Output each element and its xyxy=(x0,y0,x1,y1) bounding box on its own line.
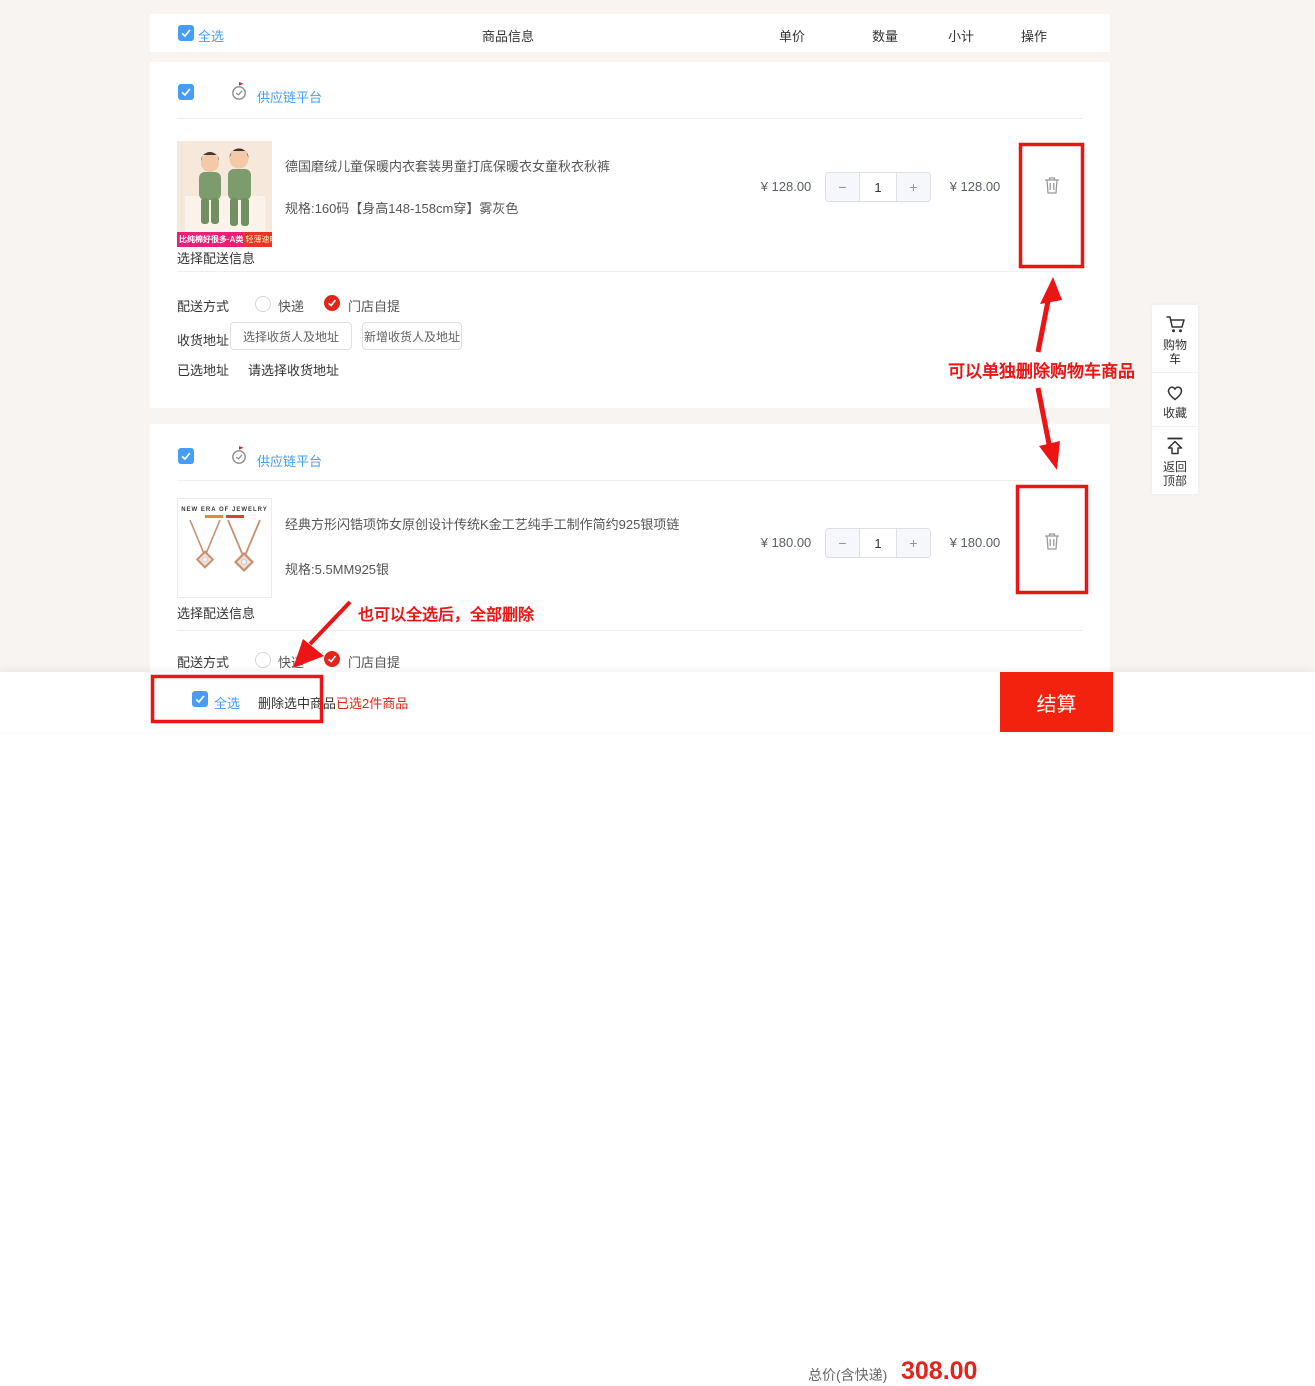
cart-header: 全选 商品信息 单价 数量 小计 操作 xyxy=(150,14,1110,52)
product-title[interactable]: 德国磨绒儿童保暖内衣套装男童打底保暖衣女童秋衣秋裤 xyxy=(285,158,735,176)
decrease-button[interactable]: − xyxy=(826,529,860,557)
express-radio[interactable] xyxy=(255,296,271,312)
product-spec: 规格:160码【身高148-158cm穿】雾灰色 xyxy=(285,201,519,216)
checkout-button[interactable]: 结算 xyxy=(1000,672,1113,732)
product-title[interactable]: 经典方形闪锆项饰女原创设计传统K金工艺纯手工制作简约925银项链 xyxy=(285,516,745,534)
banner-right-text: 轻薄速暖 xyxy=(243,232,272,247)
select-all-label[interactable]: 全选 xyxy=(198,26,224,45)
cart-page: 全选 商品信息 单价 数量 小计 操作 供应链平台 比纯棉好很多·A类 轻薄速 … xyxy=(0,0,1315,1385)
cart-group-1: 供应链平台 比纯棉好很多·A类 轻薄速暖 德国磨绒儿童保暖内衣套装男童打底保暖衣… xyxy=(150,62,1110,408)
check-icon xyxy=(181,29,191,38)
column-product-info: 商品信息 xyxy=(481,29,534,44)
quantity-value[interactable]: 1 xyxy=(860,173,896,201)
seller-link[interactable]: 供应链平台 xyxy=(257,87,322,106)
check-icon xyxy=(181,88,191,97)
brand-text: NEW ERA OF JEWELRY xyxy=(181,507,268,513)
product-image-banner: 比纯棉好很多·A类 轻薄速暖 xyxy=(177,232,272,247)
delivery-section-title: 选择配送信息 xyxy=(177,251,256,266)
pickup-label[interactable]: 门店自提 xyxy=(348,652,400,671)
shop-icon xyxy=(229,444,249,469)
quantity-value[interactable]: 1 xyxy=(860,529,896,557)
express-label[interactable]: 快递 xyxy=(278,652,304,671)
delivery-method-label: 配送方式 xyxy=(177,299,230,314)
cart-icon xyxy=(1166,316,1185,333)
sidebar-favorites[interactable]: 收藏 xyxy=(1152,373,1198,427)
sidebar-cart[interactable]: 购物车 xyxy=(1152,305,1198,373)
delete-selected-button[interactable]: 删除选中商品 xyxy=(258,693,336,712)
kids-photo-illustration xyxy=(177,141,272,232)
check-icon xyxy=(181,452,191,461)
selected-address-value: 请选择收货地址 xyxy=(248,363,340,378)
pickup-radio[interactable] xyxy=(324,651,340,667)
delete-item-button[interactable] xyxy=(1043,175,1061,198)
product-image-necklace[interactable]: NEW ERA OF JEWELRY xyxy=(177,498,272,598)
total-value: 308.00 xyxy=(901,1357,978,1385)
subtotal-price: ¥ 128.00 xyxy=(949,179,1001,194)
shop-icon xyxy=(229,80,249,105)
unit-price: ¥ 180.00 xyxy=(760,535,812,550)
product-image-kids-thermal[interactable]: 比纯棉好很多·A类 轻薄速暖 xyxy=(177,141,272,247)
group2-checkbox[interactable] xyxy=(178,448,194,464)
necklace-illustration xyxy=(189,519,261,573)
delivery-section-title: 选择配送信息 xyxy=(177,606,256,621)
checkout-bar: 全选 删除选中商品 已选2件商品 总价(含快递) 308.00 结算 xyxy=(0,672,1315,1385)
trash-icon xyxy=(1045,533,1059,550)
choose-address-button[interactable]: 选择收货人及地址 xyxy=(230,322,352,350)
unit-price: ¥ 128.00 xyxy=(760,179,812,194)
express-label[interactable]: 快递 xyxy=(278,296,304,315)
add-address-button[interactable]: 新增收货人及地址 xyxy=(362,322,462,350)
total-label: 总价(含快递) xyxy=(808,1367,888,1383)
sidebar-cart-label: 购物车 xyxy=(1162,338,1187,366)
check-icon xyxy=(328,655,336,663)
check-icon xyxy=(328,299,336,307)
footer-select-all-label[interactable]: 全选 xyxy=(214,693,240,712)
trash-icon xyxy=(1045,177,1059,194)
floating-sidebar: 购物车 收藏 返回顶部 xyxy=(1152,305,1198,494)
subtotal-price: ¥ 180.00 xyxy=(949,535,1001,550)
pickup-radio[interactable] xyxy=(324,295,340,311)
select-all-checkbox[interactable] xyxy=(178,25,194,41)
seller-link[interactable]: 供应链平台 xyxy=(257,451,322,470)
back-to-top-icon xyxy=(1167,437,1183,455)
quantity-stepper[interactable]: − 1 + xyxy=(825,172,931,202)
sidebar-back-to-top[interactable]: 返回顶部 xyxy=(1152,427,1198,494)
sidebar-back-to-top-label: 返回顶部 xyxy=(1162,460,1187,488)
delivery-method-label: 配送方式 xyxy=(177,655,230,670)
group1-checkbox[interactable] xyxy=(178,84,194,100)
sidebar-favorites-label: 收藏 xyxy=(1162,406,1187,420)
check-icon xyxy=(195,695,205,704)
column-unit-price: 单价 xyxy=(778,29,805,44)
decrease-button[interactable]: − xyxy=(826,173,860,201)
cart-group-2: 供应链平台 NEW ERA OF JEWELRY 经典方形闪锆项饰女原创设计传统… xyxy=(150,424,1110,672)
selected-address-label: 已选地址 xyxy=(177,363,230,378)
column-actions: 操作 xyxy=(1020,29,1047,44)
address-label: 收货地址 xyxy=(177,333,230,348)
footer-select-all-checkbox[interactable] xyxy=(192,691,208,707)
express-radio[interactable] xyxy=(255,652,271,668)
quantity-stepper[interactable]: − 1 + xyxy=(825,528,931,558)
heart-icon xyxy=(1167,386,1183,401)
pickup-label[interactable]: 门店自提 xyxy=(348,296,400,315)
selected-count: 已选2件商品 xyxy=(336,696,409,711)
delete-item-button[interactable] xyxy=(1043,531,1061,554)
banner-left-text: 比纯棉好很多·A类 xyxy=(177,232,244,247)
product-spec: 规格:5.5MM925银 xyxy=(285,562,390,577)
